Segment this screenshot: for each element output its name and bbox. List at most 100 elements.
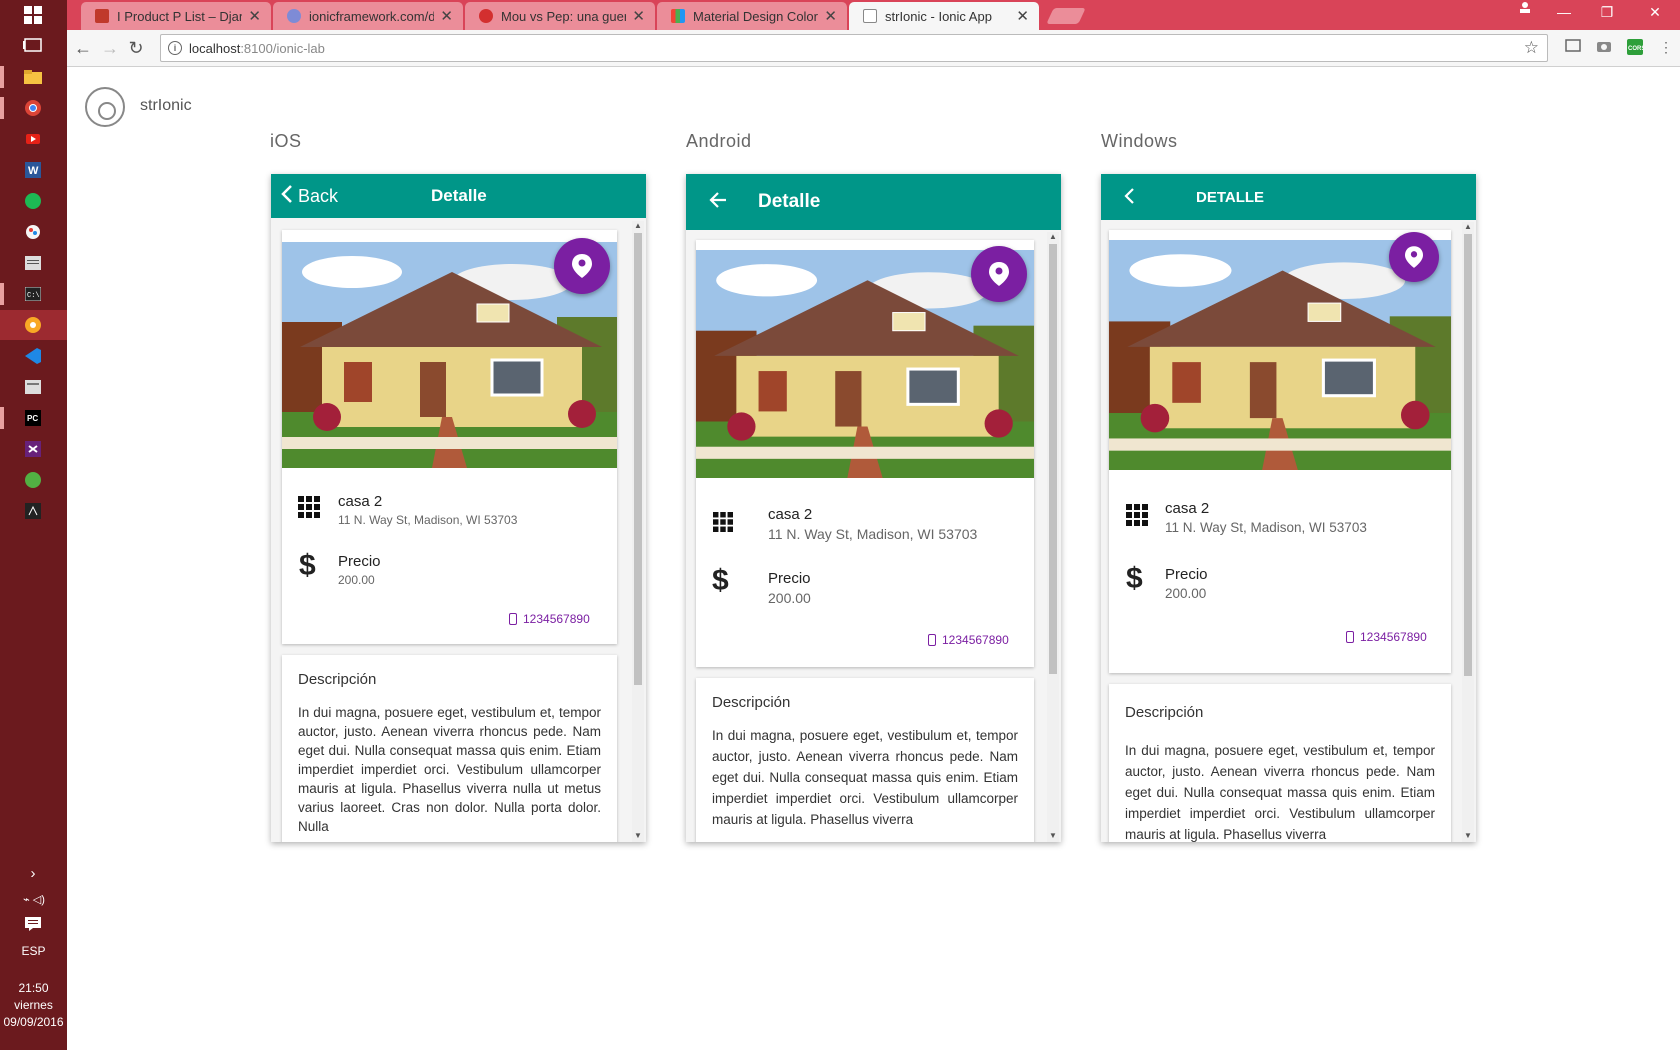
dollar-icon: $ — [712, 564, 729, 597]
scrollbar[interactable]: ▲ ▼ — [1462, 222, 1474, 842]
scroll-up-icon[interactable]: ▲ — [1047, 232, 1059, 241]
url-text[interactable]: localhost:8100/ionic-lab — [189, 41, 325, 56]
paint-icon[interactable] — [22, 221, 44, 243]
ios-back-label[interactable]: Back — [298, 186, 338, 207]
scroll-up-icon[interactable]: ▲ — [1462, 222, 1474, 231]
close-tab-icon[interactable]: ✕ — [632, 7, 645, 25]
scrollbar[interactable]: ▲ ▼ — [1047, 232, 1059, 842]
cors-extension-icon[interactable]: CORS — [1626, 39, 1645, 57]
close-tab-icon[interactable]: ✕ — [824, 7, 837, 25]
windows-back-button[interactable] — [1123, 186, 1137, 212]
platform-label-android: Android — [686, 131, 752, 151]
svg-text:PC: PC — [27, 414, 38, 423]
chevron-right-icon[interactable]: › — [22, 862, 44, 884]
close-tab-icon[interactable]: ✕ — [440, 7, 453, 25]
browser-tab-active[interactable]: strIonic - Ionic App ✕ — [849, 2, 1039, 30]
chrome-icon[interactable] — [22, 97, 44, 119]
pycharm-icon[interactable]: PC — [22, 407, 44, 429]
task-view-icon[interactable] — [22, 34, 44, 56]
minimize-icon[interactable]: — — [1552, 4, 1576, 24]
scroll-down-icon[interactable]: ▼ — [1462, 831, 1474, 840]
taskbar-clock[interactable]: 21:50 viernes 09/09/2016 — [0, 980, 67, 1031]
svg-text:CORS: CORS — [1628, 46, 1643, 52]
property-name: casa 2 — [338, 493, 383, 510]
platform-label-windows: Windows — [1101, 131, 1178, 151]
map-location-button[interactable] — [554, 238, 610, 294]
back-arrow-icon[interactable]: ← — [73, 38, 93, 58]
android-page-title: Detalle — [758, 191, 821, 212]
tab-title: strIonic - Ionic App — [885, 8, 992, 24]
taskbar-active-marker — [0, 97, 4, 119]
description-card: Descripción In dui magna, posuere eget, … — [282, 655, 617, 842]
cast-icon[interactable] — [1564, 39, 1582, 57]
youtube-icon[interactable] — [22, 128, 44, 150]
network-volume-icon[interactable]: ⌁ ◁) — [14, 888, 54, 910]
app-icon[interactable] — [22, 376, 44, 398]
map-location-button[interactable] — [971, 246, 1027, 302]
scrollbar-thumb[interactable] — [1049, 244, 1057, 674]
bookmark-star-icon[interactable]: ☆ — [1524, 38, 1539, 58]
device-frame-android: Detalle casa 2 11 N. Way St, Madison, WI… — [686, 174, 1061, 842]
svg-text:C:\: C:\ — [27, 292, 40, 300]
browser-tab[interactable]: Mou vs Pep: una guerra d ✕ — [465, 2, 655, 30]
xbox-icon[interactable] — [22, 469, 44, 491]
chevron-left-icon — [281, 185, 292, 203]
windows-toolbar: DETALLE — [1101, 174, 1476, 220]
close-window-icon[interactable]: ✕ — [1643, 4, 1667, 24]
android-back-button[interactable] — [708, 190, 728, 216]
phone-link[interactable]: 1234567890 — [509, 612, 590, 626]
scroll-down-icon[interactable]: ▼ — [1047, 831, 1059, 840]
android-toolbar: Detalle — [686, 174, 1061, 230]
close-tab-icon[interactable]: ✕ — [248, 7, 261, 25]
forward-arrow-icon[interactable]: → — [100, 38, 120, 58]
tab-favicon-icon — [863, 9, 877, 23]
detail-card: casa 2 11 N. Way St, Madison, WI 53703 $… — [1109, 230, 1451, 673]
browser-tab[interactable]: ionicframework.com/doc ✕ — [273, 2, 463, 30]
scrollbar-thumb[interactable] — [1464, 234, 1472, 676]
ios-back-button[interactable] — [280, 183, 294, 211]
description-title: Descripción — [712, 694, 791, 711]
ios-toolbar: Back Detalle — [271, 174, 646, 218]
reload-icon[interactable]: ↻ — [126, 38, 146, 58]
browser-tab[interactable]: I Product P List – Django ✕ — [81, 2, 271, 30]
profile-icon[interactable] — [1513, 0, 1537, 20]
scroll-up-icon[interactable]: ▲ — [632, 221, 644, 230]
misc-icon[interactable] — [22, 500, 44, 522]
scrollbar-thumb[interactable] — [634, 233, 642, 685]
notepad-icon[interactable] — [22, 252, 44, 274]
word-icon[interactable]: W — [22, 159, 44, 181]
spotify-icon[interactable] — [22, 190, 44, 212]
tab-favicon-icon — [287, 9, 301, 23]
description-title: Descripción — [1125, 704, 1204, 721]
phone-link[interactable]: 1234567890 — [928, 633, 1009, 647]
terminal-icon[interactable]: C:\ — [22, 283, 44, 305]
action-center-icon[interactable] — [22, 913, 44, 935]
canary-icon[interactable] — [22, 314, 44, 336]
phone-link[interactable]: 1234567890 — [1346, 630, 1427, 644]
property-address: 11 N. Way St, Madison, WI 53703 — [338, 513, 518, 527]
menu-kebab-icon[interactable]: ⋮ — [1657, 39, 1675, 57]
site-info-icon[interactable]: i — [168, 41, 182, 55]
scroll-down-icon[interactable]: ▼ — [632, 831, 644, 840]
visual-studio-icon[interactable] — [22, 438, 44, 460]
restore-icon[interactable]: ❐ — [1595, 4, 1619, 24]
dollar-icon: $ — [1126, 562, 1143, 595]
tab-title: ionicframework.com/doc — [309, 8, 435, 24]
scrollbar[interactable]: ▲ ▼ — [632, 221, 644, 842]
apps-grid-icon — [298, 496, 320, 523]
address-bar[interactable]: i localhost:8100/ionic-lab ☆ — [160, 34, 1548, 62]
windows-start-icon[interactable] — [22, 4, 44, 26]
browser-tab[interactable]: Material Design Colors | ✕ — [657, 2, 847, 30]
clock-time: 21:50 — [18, 981, 49, 995]
map-location-button[interactable] — [1389, 232, 1439, 282]
new-tab-button[interactable] — [1046, 8, 1086, 24]
file-explorer-icon[interactable] — [22, 66, 44, 88]
vscode-icon[interactable] — [22, 345, 44, 367]
location-pin-icon — [572, 254, 592, 278]
camera-icon[interactable] — [1595, 39, 1613, 57]
taskbar-active-marker — [0, 66, 4, 88]
close-tab-icon[interactable]: ✕ — [1016, 7, 1029, 25]
clock-date: 09/09/2016 — [3, 1015, 64, 1029]
language-indicator[interactable]: ESP — [0, 944, 67, 958]
windows-content: casa 2 11 N. Way St, Madison, WI 53703 $… — [1101, 220, 1476, 842]
